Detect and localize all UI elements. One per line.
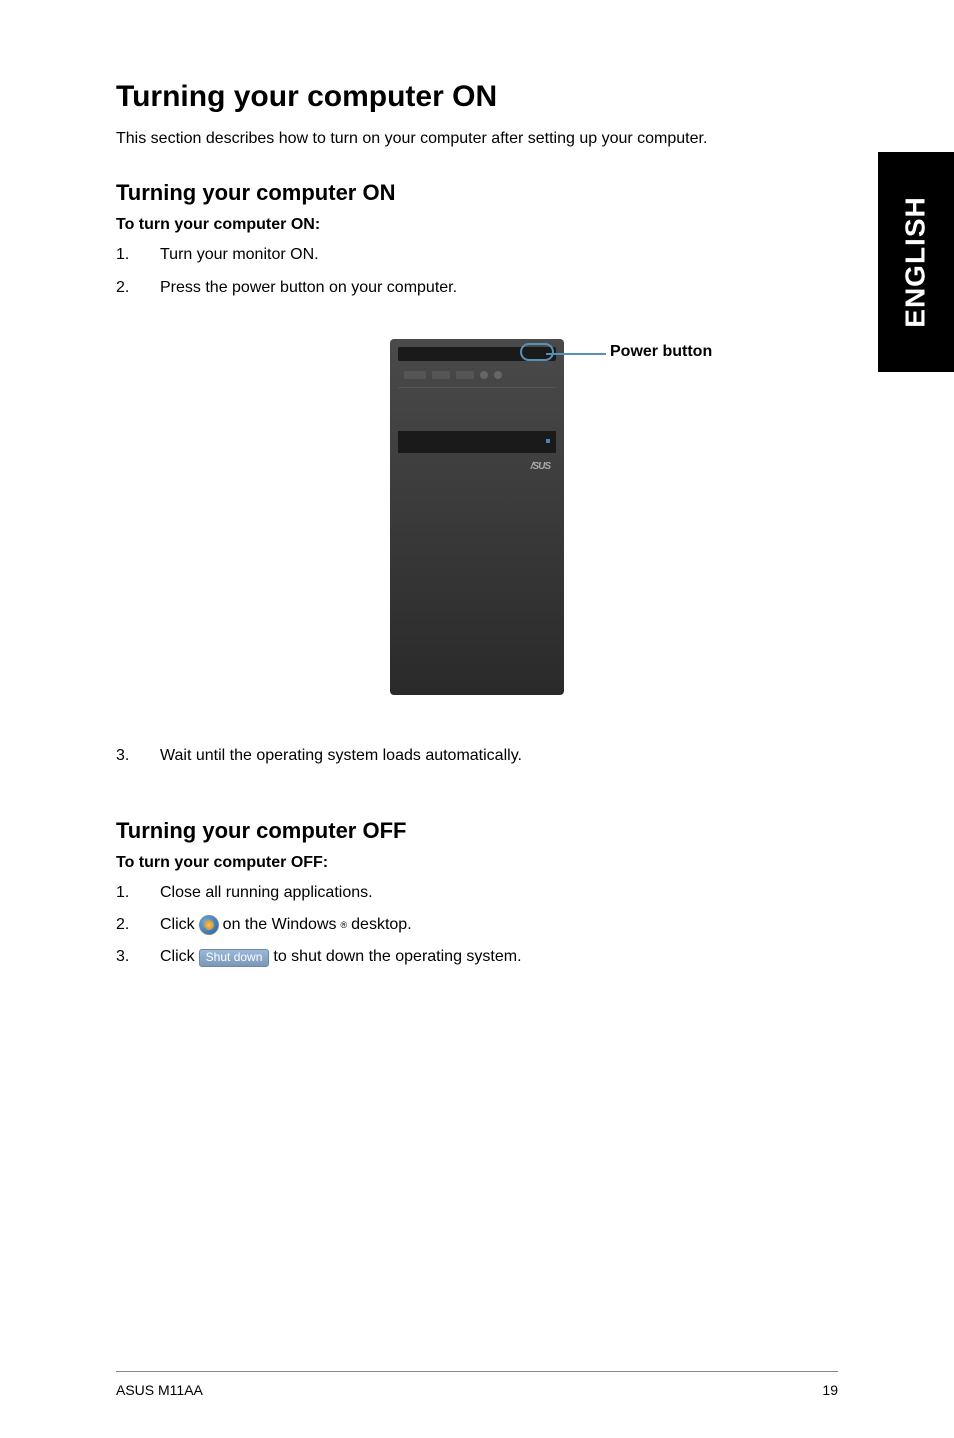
language-tab-text: ENGLISH: [900, 196, 932, 327]
main-heading: Turning your computer ON: [116, 80, 838, 114]
page-content: Turning your computer ON This section de…: [0, 0, 954, 969]
port-icon: [494, 371, 502, 379]
callout-line-icon: [546, 353, 606, 355]
port-icon: [432, 371, 450, 379]
list-item: 2. Click on the Windows ® desktop.: [116, 914, 838, 936]
step-number: 2.: [116, 914, 160, 936]
port-icon: [480, 371, 488, 379]
step-number: 1.: [116, 244, 160, 266]
figure-wrapper: /SUS Power button: [390, 339, 564, 695]
page-footer: ASUS M11AA 19: [116, 1371, 838, 1398]
power-button-highlight-icon: [520, 343, 554, 361]
drive-indicator-icon: [546, 439, 550, 443]
list-item: 1. Close all running applications.: [116, 882, 838, 904]
list-item: 1. Turn your monitor ON.: [116, 244, 838, 266]
step-prefix: Click: [160, 914, 195, 936]
list-item: 3. Wait until the operating system loads…: [116, 745, 838, 767]
section-off-subheading: To turn your computer OFF:: [116, 854, 838, 872]
port-icon: [404, 371, 426, 379]
off-steps-list: 1. Close all running applications. 2. Cl…: [116, 882, 838, 969]
list-item: 2. Press the power button on your comput…: [116, 277, 838, 299]
footer-page-number: 19: [822, 1382, 838, 1398]
language-tab: ENGLISH: [878, 152, 954, 372]
step-text: Close all running applications.: [160, 882, 373, 904]
step-number: 3.: [116, 745, 160, 767]
computer-case-illustration: /SUS: [390, 339, 564, 695]
step-suffix: to shut down the operating system.: [273, 946, 521, 968]
on-steps-list: 1. Turn your monitor ON. 2. Press the po…: [116, 244, 838, 299]
figure-container: /SUS Power button: [116, 339, 838, 695]
port-icon: [456, 371, 474, 379]
step-prefix: Click: [160, 946, 195, 968]
list-item: 3. Click Shut down to shut down the oper…: [116, 946, 838, 968]
on-steps-list-continued: 3. Wait until the operating system loads…: [116, 745, 838, 767]
step-text: Press the power button on your computer.: [160, 277, 457, 299]
power-button-label: Power button: [610, 343, 712, 361]
registered-symbol: ®: [341, 919, 348, 932]
windows-start-icon: [199, 915, 219, 935]
footer-product: ASUS M11AA: [116, 1382, 203, 1398]
section-off-heading: Turning your computer OFF: [116, 818, 838, 844]
step-number: 2.: [116, 277, 160, 299]
case-divider: [398, 387, 556, 388]
section-on-heading: Turning your computer ON: [116, 180, 838, 206]
brand-logo: /SUS: [531, 461, 550, 472]
step-number: 3.: [116, 946, 160, 968]
intro-text: This section describes how to turn on yo…: [116, 128, 838, 150]
step-text: Click on the Windows ® desktop.: [160, 914, 412, 936]
section-on-subheading: To turn your computer ON:: [116, 216, 838, 234]
drive-bay: [398, 431, 556, 453]
step-suffix-b: desktop.: [351, 914, 411, 936]
step-number: 1.: [116, 882, 160, 904]
step-text: Click Shut down to shut down the operati…: [160, 946, 522, 968]
step-text: Wait until the operating system loads au…: [160, 745, 522, 767]
step-suffix-a: on the Windows: [223, 914, 337, 936]
shutdown-button-icon: Shut down: [199, 949, 270, 967]
case-ports-row: [404, 369, 550, 381]
step-text: Turn your monitor ON.: [160, 244, 319, 266]
section-off: Turning your computer OFF To turn your c…: [116, 818, 838, 969]
